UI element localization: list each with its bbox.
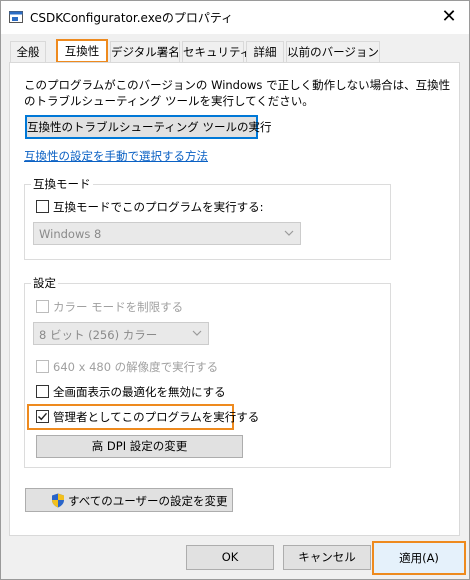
- tab-security[interactable]: セキュリティ: [182, 41, 251, 62]
- tab-general[interactable]: 全般: [10, 41, 46, 62]
- resolution-label: 640 x 480 の解像度で実行する: [53, 360, 219, 374]
- compat-mode-group-title: 互換モード: [31, 176, 93, 192]
- chevron-down-icon: [284, 227, 294, 241]
- app-icon: [9, 10, 23, 24]
- compat-mode-label: 互換モードでこのプログラムを実行する:: [53, 200, 264, 214]
- close-icon[interactable]: ✕: [438, 6, 460, 27]
- tab-compatibility[interactable]: 互換性: [56, 39, 108, 63]
- cancel-button[interactable]: キャンセル: [283, 545, 371, 570]
- fullscreen-optimization-checkbox[interactable]: [36, 385, 49, 398]
- compat-mode-checkbox[interactable]: [36, 200, 49, 213]
- tab-details[interactable]: 詳細: [246, 41, 284, 62]
- intro-line-1: このプログラムがこのバージョンの Windows で正しく動作しない場合は、互換…: [24, 78, 451, 92]
- fullscreen-optimization-label: 全画面表示の最適化を無効にする: [53, 385, 226, 399]
- tab-previous-versions[interactable]: 以前のバージョン: [286, 41, 380, 62]
- settings-group-title: 設定: [31, 275, 58, 291]
- change-all-users-label: すべてのユーザーの設定を変更: [68, 494, 228, 508]
- run-as-admin-checkbox[interactable]: [36, 410, 49, 423]
- os-version-select: Windows 8: [33, 222, 301, 245]
- tab-digital-signatures[interactable]: デジタル署名: [110, 41, 180, 62]
- chevron-down-icon: [192, 327, 202, 341]
- high-dpi-settings-button[interactable]: 高 DPI 設定の変更: [36, 435, 243, 458]
- run-as-admin-label: 管理者としてこのプログラムを実行する: [53, 410, 260, 424]
- apply-button[interactable]: 適用(A): [372, 541, 466, 575]
- reduced-color-checkbox: [36, 300, 49, 313]
- uac-shield-icon: [51, 493, 65, 511]
- os-version-value: Windows 8: [39, 227, 102, 241]
- resolution-checkbox: [36, 360, 49, 373]
- reduced-color-label: カラー モードを制限する: [53, 300, 184, 314]
- intro-line-2: のトラブルシューティング ツールを実行してください。: [24, 94, 314, 108]
- run-troubleshooter-button[interactable]: 互換性のトラブルシューティング ツールの実行: [25, 115, 271, 139]
- manual-settings-link[interactable]: 互換性の設定を手動で選択する方法: [24, 148, 208, 164]
- color-depth-value: 8 ビット (256) カラー: [39, 328, 158, 342]
- color-depth-select: 8 ビット (256) カラー: [33, 322, 209, 345]
- window-title: CSDKConfigurator.exeのプロパティ: [30, 11, 234, 25]
- change-all-users-button[interactable]: すべてのユーザーの設定を変更: [25, 488, 233, 512]
- ok-button[interactable]: OK: [186, 545, 274, 570]
- checkmark-icon: [38, 412, 48, 421]
